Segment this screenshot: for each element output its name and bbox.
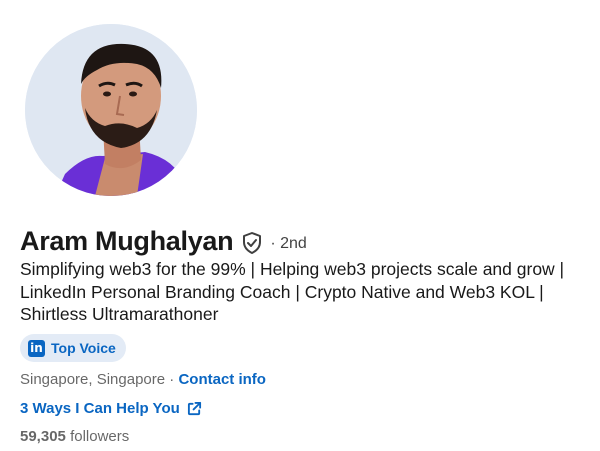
top-voice-badge[interactable]: in Top Voice [20, 334, 126, 362]
location-separator: · [165, 371, 179, 388]
followers-count: 59,305 followers [20, 428, 129, 445]
followers-label: followers [70, 428, 130, 445]
profile-location: Singapore, Singapore [20, 371, 166, 388]
connection-degree: · 2nd [270, 234, 307, 252]
avatar-illustration [25, 24, 197, 196]
followers-number: 59,305 [20, 428, 66, 445]
verified-shield-icon[interactable] [241, 231, 263, 255]
profile-avatar[interactable] [25, 24, 197, 196]
top-voice-label: Top Voice [51, 340, 116, 356]
website-link[interactable]: 3 Ways I Can Help You [20, 400, 202, 417]
location-row: Singapore, Singapore · Contact info [20, 371, 266, 388]
name-row: Aram Mughalyan · 2nd [20, 226, 307, 257]
website-link-label: 3 Ways I Can Help You [20, 400, 180, 417]
contact-info-link[interactable]: Contact info [178, 371, 266, 388]
external-link-icon [187, 401, 201, 416]
profile-headline: Simplifying web3 for the 99% | Helping w… [20, 259, 565, 324]
profile-name: Aram Mughalyan [20, 226, 234, 256]
linkedin-icon: in [28, 339, 45, 357]
